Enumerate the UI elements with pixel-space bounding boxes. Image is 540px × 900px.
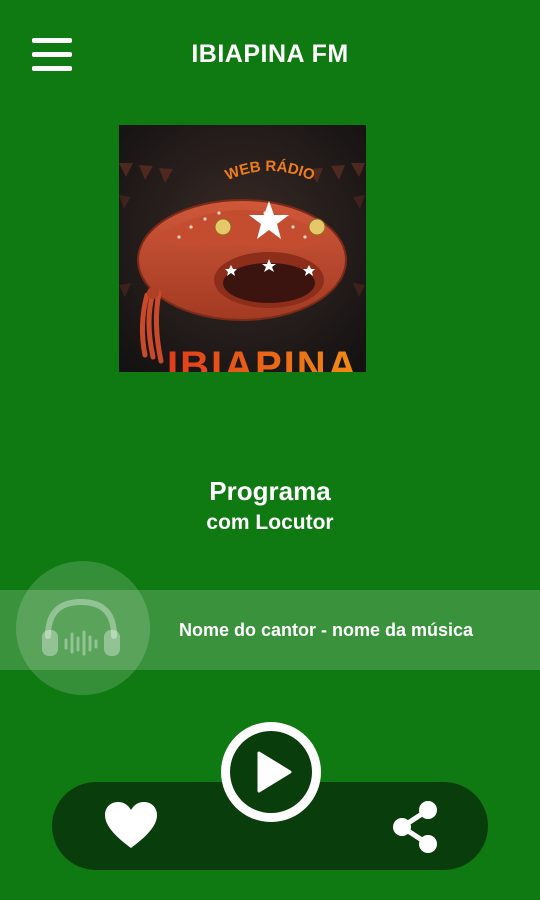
radio-player-screen: IBIAPINA FM WEB RÁDIO IBIAPINA Programa …: [0, 0, 540, 900]
heart-icon[interactable]: [104, 802, 158, 850]
share-icon[interactable]: [390, 800, 440, 854]
station-cover-art: WEB RÁDIO IBIAPINA FM: [119, 125, 366, 372]
cover-logo-text: IBIAPINA FM: [167, 344, 366, 372]
play-button[interactable]: [219, 720, 323, 824]
app-title: IBIAPINA FM: [191, 40, 349, 68]
headphones-icon: [38, 592, 124, 662]
program-host: com Locutor: [206, 511, 334, 534]
program-title: Programa: [209, 476, 331, 506]
now-playing-text: Nome do cantor - nome da música: [179, 620, 474, 640]
